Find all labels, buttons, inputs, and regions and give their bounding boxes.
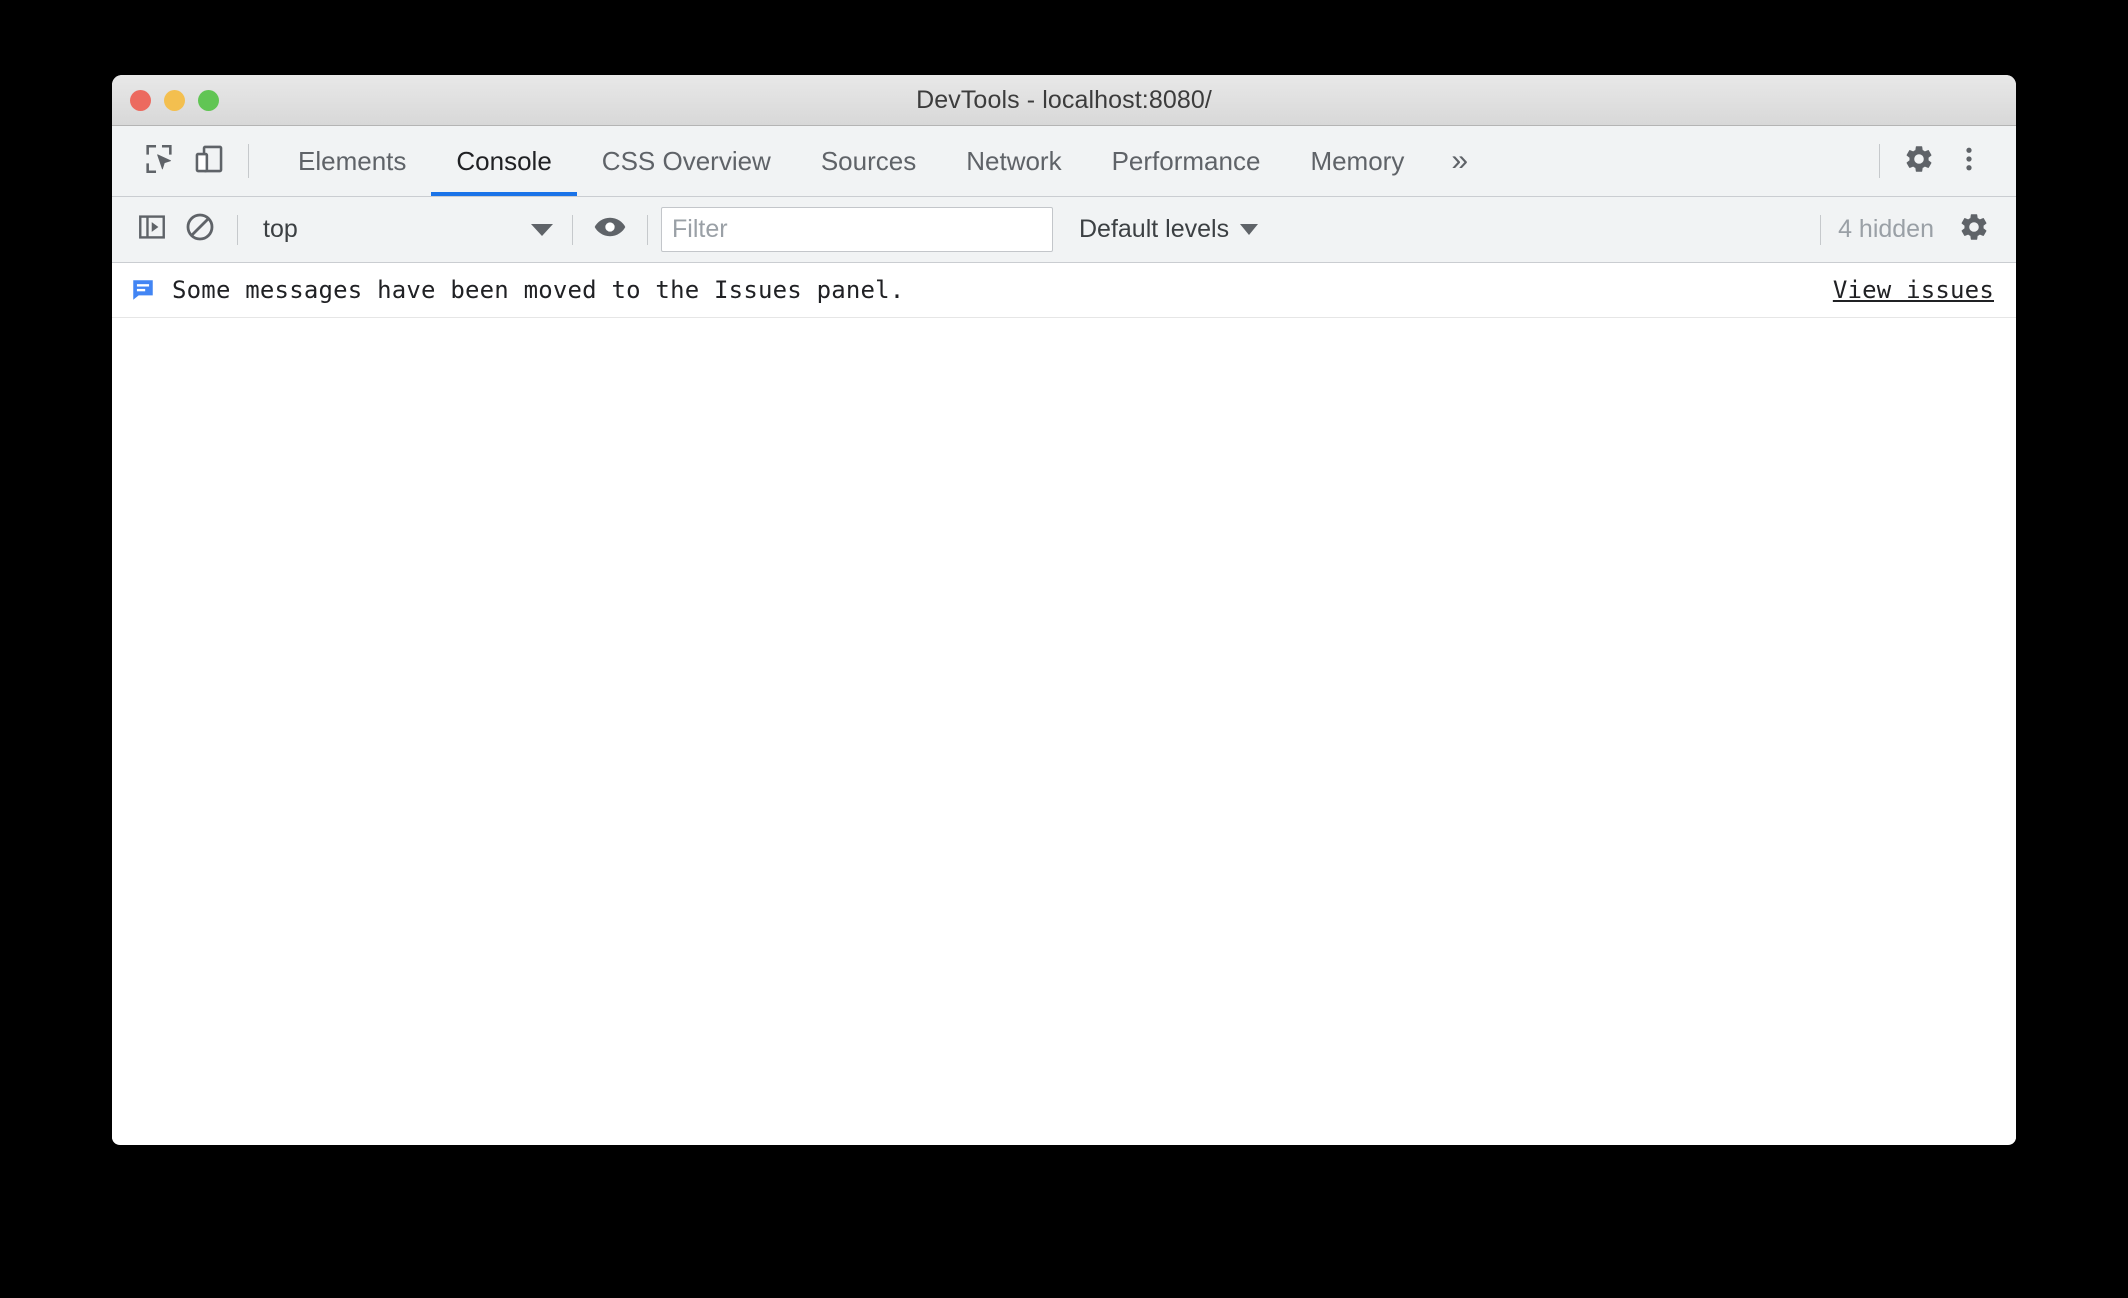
hidden-messages-count: 4 hidden (1838, 215, 1934, 243)
live-expression-eye-icon (593, 210, 627, 249)
tab-label: Network (966, 145, 1062, 176)
console-message-row[interactable]: Some messages have been moved to the Iss… (112, 263, 2016, 318)
traffic-lights (130, 75, 219, 125)
tab-console[interactable]: Console (431, 126, 578, 196)
toggle-device-toolbar-button[interactable] (184, 136, 234, 186)
tab-sources[interactable]: Sources (796, 126, 941, 196)
console-toolbar-divider-2 (572, 214, 573, 245)
chevron-down-icon (531, 223, 553, 236)
console-filter-input[interactable] (661, 207, 1053, 252)
close-window-button[interactable] (130, 89, 151, 111)
console-toolbar: top Default levels 4 hidden (112, 197, 2016, 263)
log-levels-selector[interactable]: Default levels (1069, 208, 1268, 252)
devtools-main-menu-button[interactable] (1944, 136, 1994, 186)
tabbar-actions (1865, 126, 2016, 196)
tab-network[interactable]: Network (941, 126, 1086, 196)
tab-elements[interactable]: Elements (273, 126, 431, 196)
maximize-window-button[interactable] (198, 89, 219, 111)
view-issues-link[interactable]: View issues (1833, 276, 1994, 304)
create-live-expression-button[interactable] (586, 206, 634, 254)
tab-css-overview[interactable]: CSS Overview (577, 126, 796, 196)
tab-label: Console (456, 145, 552, 176)
clear-console-button[interactable] (176, 206, 224, 254)
tab-memory[interactable]: Memory (1285, 126, 1429, 196)
minimize-window-button[interactable] (164, 89, 185, 111)
console-message-list: Some messages have been moved to the Iss… (112, 263, 2016, 1144)
execution-context-selector[interactable]: top (251, 208, 559, 252)
console-sidebar-icon (136, 211, 168, 248)
chevron-down-icon (1240, 224, 1259, 235)
console-toolbar-divider-3 (647, 214, 648, 245)
devtools-tabbar: Elements Console CSS Overview Sources Ne… (112, 126, 2016, 197)
console-toolbar-divider-1 (237, 214, 238, 245)
tab-label: Performance (1111, 145, 1261, 176)
console-toolbar-actions: 4 hidden (1807, 197, 1998, 262)
console-settings-button[interactable] (1950, 206, 1998, 254)
clear-console-icon (184, 211, 216, 248)
gear-icon (1903, 143, 1935, 180)
console-settings-gear-icon (1958, 211, 1990, 248)
log-levels-value: Default levels (1079, 215, 1230, 243)
window-title: DevTools - localhost:8080/ (916, 85, 1212, 114)
tab-label: Sources (820, 145, 917, 176)
console-message-text: Some messages have been moved to the Iss… (172, 276, 905, 304)
toggle-console-sidebar-button[interactable] (128, 206, 176, 254)
tab-label: Memory (1310, 145, 1405, 176)
devtools-settings-button[interactable] (1894, 136, 1944, 186)
window-titlebar: DevTools - localhost:8080/ (112, 75, 2016, 126)
execution-context-value: top (263, 215, 298, 243)
device-toolbar-icon (192, 142, 226, 181)
inspect-element-button[interactable] (134, 136, 184, 186)
tab-label: Elements (298, 145, 407, 176)
more-vertical-icon (1954, 144, 1984, 179)
tab-performance[interactable]: Performance (1087, 126, 1286, 196)
devtools-window: DevTools - localhost:8080/ Elements Cons… (112, 75, 2016, 1145)
tab-label: CSS Overview (601, 145, 771, 176)
more-tabs-button[interactable]: » (1429, 126, 1490, 196)
issue-message-icon (130, 277, 156, 303)
console-toolbar-divider-4 (1820, 214, 1822, 245)
chevron-double-right-icon: » (1451, 144, 1469, 177)
tabbar-divider (248, 144, 249, 178)
inspect-element-icon (142, 142, 176, 181)
panel-tabs: Elements Console CSS Overview Sources Ne… (273, 126, 1490, 196)
tabbar-right-divider (1879, 144, 1880, 178)
